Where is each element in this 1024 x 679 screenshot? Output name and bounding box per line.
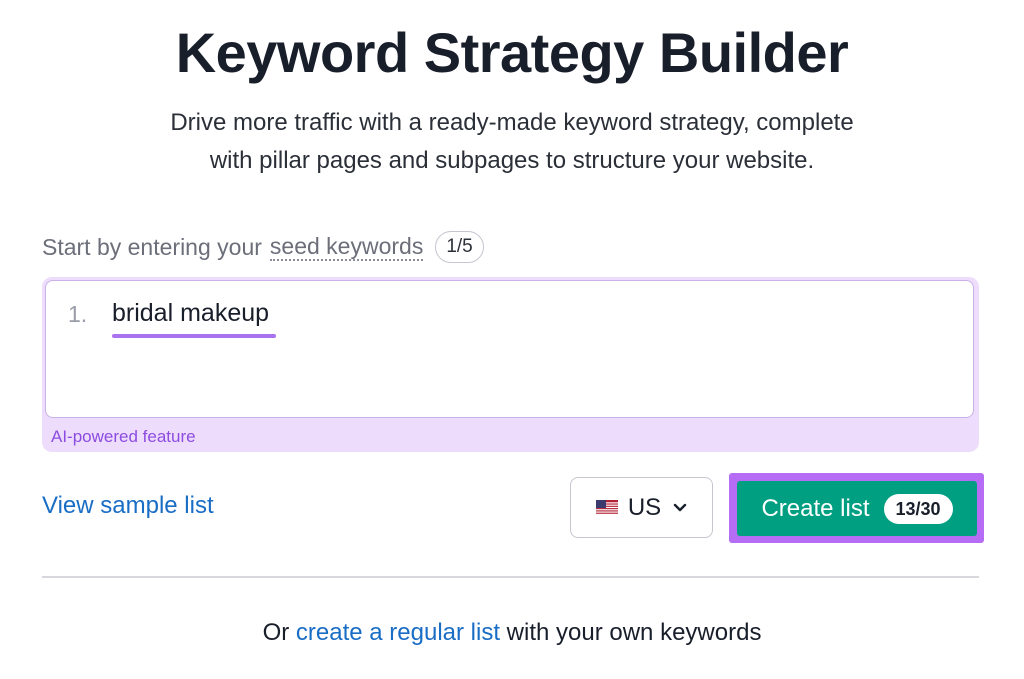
page-title: Keyword Strategy Builder <box>175 21 849 84</box>
create-list-button[interactable]: Create list 13/30 <box>737 481 977 536</box>
us-flag-icon <box>595 500 618 515</box>
subtitle-line-1: Drive more traffic with a ready-made key… <box>170 109 854 136</box>
seed-keywords-link[interactable]: seed keywords <box>269 233 424 261</box>
subtitle-line-2: with pillar pages and subpages to struct… <box>209 147 815 174</box>
page-subtitle: Drive more traffic with a ready-made key… <box>0 104 1024 180</box>
create-list-counter-badge: 13/30 <box>883 493 953 524</box>
ai-feature-label: AI-powered feature <box>51 427 196 446</box>
divider <box>42 576 979 578</box>
seed-keyword-counter: 1/5 <box>435 231 484 263</box>
footer-prefix: Or <box>262 619 290 646</box>
seed-keywords-label: Start by entering your seed keywords 1/5 <box>42 230 484 264</box>
keyword-entry[interactable]: bridal makeup <box>112 299 269 328</box>
chevron-down-icon <box>673 503 687 511</box>
keyword-line-number: 1. <box>68 301 88 327</box>
keyword-input[interactable]: 1. bridal makeup <box>45 280 974 418</box>
seed-label-prefix: Start by entering your <box>42 233 262 260</box>
footer-suffix: with your own keywords <box>506 619 762 646</box>
create-regular-list-link[interactable]: create a regular list <box>296 619 500 646</box>
footer-text: Or create a regular list with your own k… <box>0 619 1024 647</box>
keyword-highlight-underline <box>112 334 276 338</box>
ai-keyword-input-panel: 1. bridal makeup AI-powered feature <box>42 277 979 452</box>
create-list-label: Create list <box>761 494 870 522</box>
view-sample-list-link[interactable]: View sample list <box>42 492 214 520</box>
country-label: US <box>627 493 662 521</box>
country-select[interactable]: US <box>570 477 713 538</box>
